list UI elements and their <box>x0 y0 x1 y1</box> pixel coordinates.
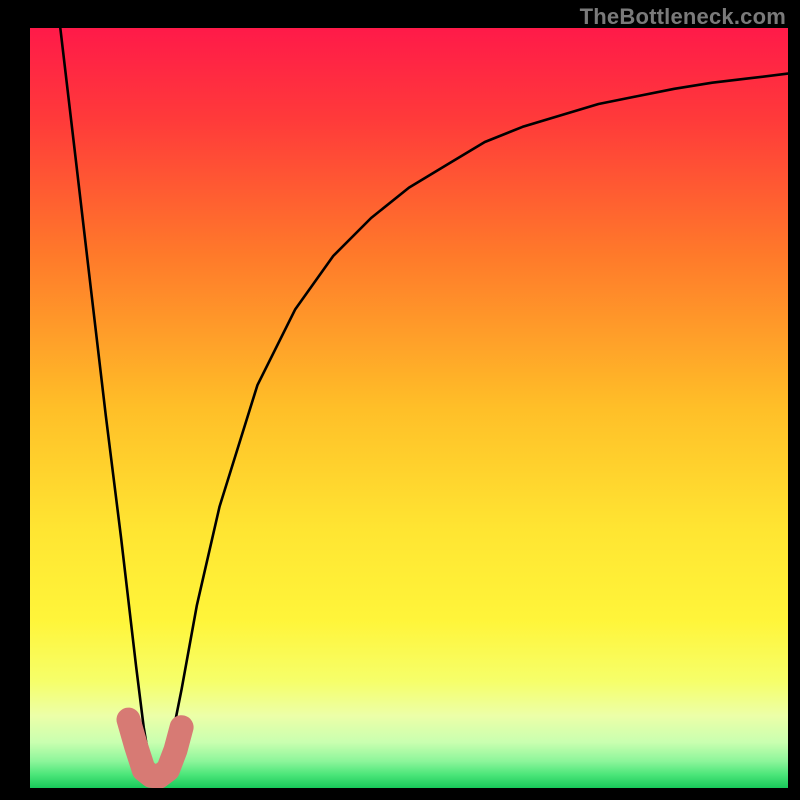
marker-dot <box>121 712 135 726</box>
chart-svg <box>30 28 788 788</box>
watermark-text: TheBottleneck.com <box>580 4 786 30</box>
chart-stage: TheBottleneck.com <box>0 0 800 800</box>
marker-dot <box>130 740 142 752</box>
plot-area <box>30 28 788 788</box>
gradient-background <box>30 28 788 788</box>
